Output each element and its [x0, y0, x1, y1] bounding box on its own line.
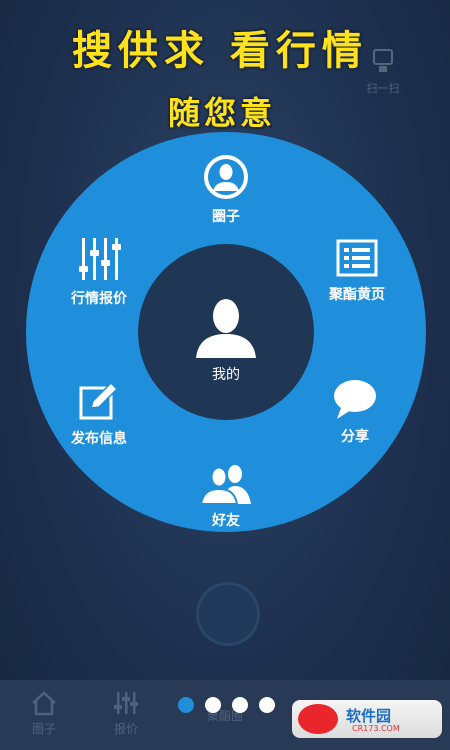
- edit-icon: [79, 381, 119, 420]
- menu-item-circle[interactable]: 圈子: [171, 154, 281, 226]
- menu-item-friends[interactable]: 好友: [171, 462, 281, 530]
- menu-item-yellow-pages[interactable]: 聚酯黄页: [302, 238, 412, 304]
- person-circle-icon: [204, 155, 248, 199]
- sliders-icon: [114, 692, 138, 714]
- tab-quotes[interactable]: 报价: [96, 690, 156, 737]
- page-dot[interactable]: [259, 697, 275, 713]
- my-profile-label: 我的: [212, 367, 240, 383]
- menu-item-publish[interactable]: 发布信息: [44, 380, 154, 448]
- menu-toggle-button[interactable]: [196, 582, 260, 646]
- menu-item-label: 发布信息: [71, 431, 127, 447]
- scan-button[interactable]: 扫一扫: [358, 48, 408, 96]
- sliders-icon: [79, 238, 121, 280]
- my-profile-button[interactable]: 我的: [171, 296, 281, 384]
- person-silhouette-icon: [196, 299, 256, 358]
- headline-secondary: 随您意: [168, 94, 277, 132]
- menu-item-label: 行情报价: [71, 291, 127, 307]
- menu-item-label: 圈子: [212, 209, 240, 225]
- watermark-logo: [298, 704, 338, 734]
- menu-item-label: 聚酯黄页: [329, 287, 385, 303]
- menu-item-quotes[interactable]: 行情报价: [44, 236, 154, 308]
- scan-icon: [373, 49, 393, 72]
- home-icon: [32, 691, 56, 716]
- headline-primary: 搜供求 看行情: [72, 27, 368, 74]
- watermark-text: 软件园: [346, 707, 392, 725]
- watermark-subtext: CR173.COM: [352, 724, 400, 733]
- page-dot[interactable]: [232, 697, 248, 713]
- page-dot[interactable]: [178, 697, 194, 713]
- tab-circle[interactable]: 圈子: [14, 690, 74, 737]
- tab-label: 报价: [113, 722, 138, 736]
- menu-item-share[interactable]: 分享: [300, 378, 410, 446]
- tab-label: 圈子: [31, 722, 56, 736]
- scan-label: 扫一扫: [366, 82, 400, 95]
- page-dot[interactable]: [205, 697, 221, 713]
- directory-list-icon: [336, 239, 378, 277]
- menu-item-label: 分享: [341, 429, 369, 445]
- menu-item-label: 好友: [212, 513, 240, 529]
- speech-bubble-icon: [334, 380, 376, 419]
- friends-icon: [199, 465, 251, 504]
